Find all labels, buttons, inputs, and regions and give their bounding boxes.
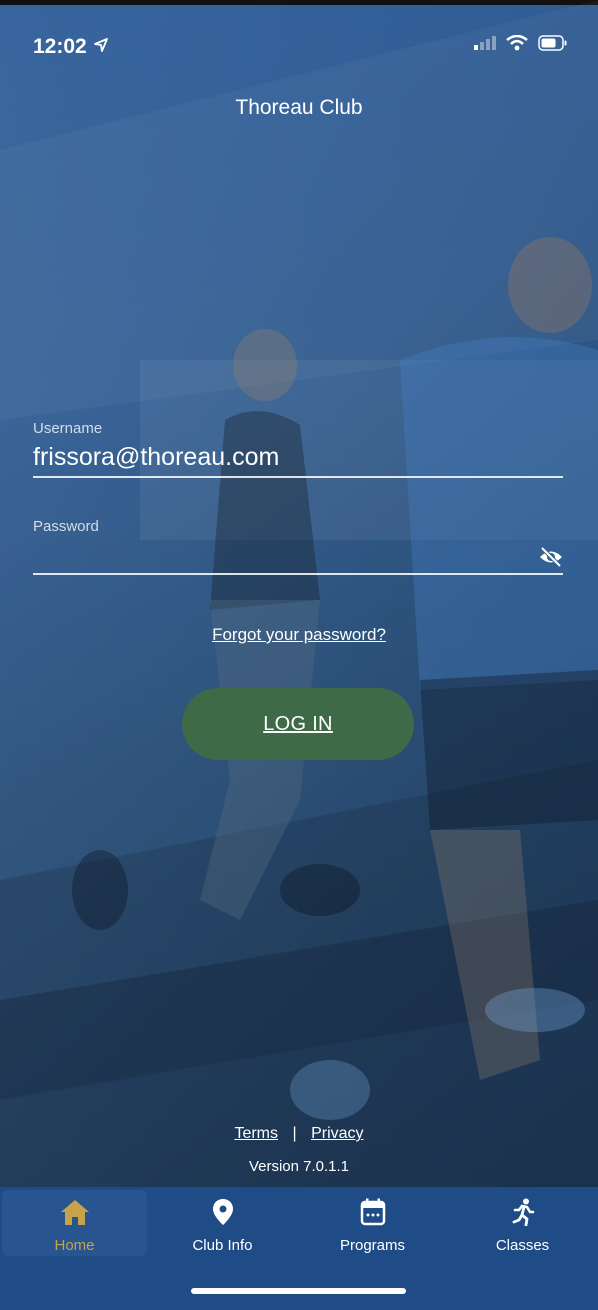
location-arrow-icon <box>93 37 109 58</box>
version-text: Version 7.0.1.1 <box>248 1158 350 1175</box>
tab-club-info-label: Club Info <box>192 1237 253 1254</box>
terms-link[interactable]: Terms <box>234 1125 278 1142</box>
background-photo <box>0 0 598 1190</box>
tab-programs[interactable]: Programs <box>300 1190 445 1256</box>
tab-classes-label: Classes <box>495 1237 550 1254</box>
privacy-link[interactable]: Privacy <box>311 1125 363 1142</box>
tab-home[interactable]: Home <box>2 1190 147 1256</box>
forgot-password-link[interactable]: Forgot your password? <box>0 625 598 645</box>
login-button[interactable]: LOG IN <box>182 688 414 760</box>
username-label: Username <box>33 420 103 437</box>
tab-home-label: Home <box>54 1237 95 1254</box>
calendar-icon <box>300 1198 445 1226</box>
status-time: 12:02 <box>33 35 87 58</box>
tab-programs-label: Programs <box>339 1237 406 1254</box>
password-underline <box>33 573 563 575</box>
tab-classes[interactable]: Classes <box>450 1190 595 1256</box>
map-pin-icon <box>150 1198 295 1226</box>
eye-slash-icon[interactable] <box>538 546 564 568</box>
username-field[interactable]: frissora@thoreau.com <box>33 443 279 472</box>
username-underline <box>33 476 563 478</box>
home-icon <box>2 1198 147 1226</box>
page-title: Thoreau Club <box>235 96 363 119</box>
login-screen: 12:02 Thoreau Club Username frissora@tho… <box>0 0 598 1310</box>
wifi-icon <box>506 34 528 56</box>
battery-icon <box>538 35 568 56</box>
status-bar: 12:02 <box>0 5 598 85</box>
footer-links: Terms | Privacy <box>0 1125 598 1143</box>
footer-separator: | <box>292 1125 297 1142</box>
tab-club-info[interactable]: Club Info <box>150 1190 295 1256</box>
home-indicator[interactable] <box>191 1288 406 1294</box>
password-label: Password <box>33 518 99 535</box>
signal-icon <box>474 36 496 55</box>
runner-icon <box>450 1198 595 1226</box>
